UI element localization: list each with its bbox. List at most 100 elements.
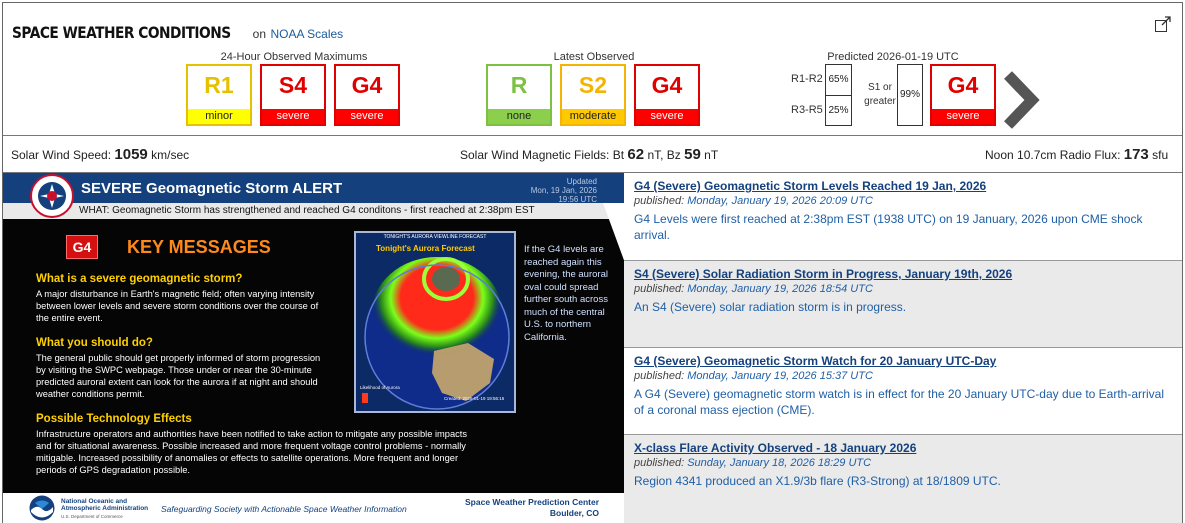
published-label: published:	[634, 457, 685, 469]
selected-item-pointer-icon	[603, 203, 625, 263]
bz-unit: nT	[704, 148, 719, 162]
alert-what: WHAT: Geomagnetic Storm has strengthened…	[3, 203, 624, 219]
scale-level: severe	[932, 109, 994, 124]
alert-header: SEVERE Geomagnetic Storm ALERT Updated M…	[3, 173, 624, 204]
speed-label: Solar Wind Speed:	[11, 148, 112, 162]
swpc-signature: Space Weather Prediction Center Boulder,…	[449, 497, 599, 519]
chevron-right-icon[interactable]	[1002, 71, 1042, 129]
flux-value: 173	[1123, 146, 1149, 163]
geomagnetic-storm-alert-graphic[interactable]: SEVERE Geomagnetic Storm ALERT Updated M…	[3, 173, 624, 523]
noaa-scales-link[interactable]: NOAA Scales	[270, 27, 343, 41]
question-2: What you should do?	[36, 337, 153, 349]
news-title-link[interactable]: S4 (Severe) Solar Radiation Storm in Pro…	[634, 267, 1012, 281]
latest-observed-label: Latest Observed	[553, 51, 635, 63]
latest-g-scale[interactable]: G4 severe	[634, 64, 700, 126]
r1-r2-probability: 65%	[825, 64, 852, 96]
news-list: G4 (Severe) Geomagnetic Storm Levels Rea…	[624, 173, 1182, 523]
scale-code: R1	[204, 72, 234, 98]
conditions-title: SPACE WEATHER CONDITIONS	[12, 23, 231, 42]
expand-icon[interactable]	[1155, 16, 1171, 32]
news-item[interactable]: G4 (Severe) Geomagnetic Storm Watch for …	[624, 348, 1182, 435]
space-weather-conditions-panel: SPACE WEATHER CONDITIONS on NOAA Scales …	[3, 3, 1182, 136]
speed-value: 1059	[114, 146, 148, 163]
noaa-department: U.S. Department of Commerce	[61, 514, 123, 519]
speed-unit: km/sec	[151, 148, 190, 162]
news-summary: A G4 (Severe) geomagnetic storm watch is…	[634, 387, 1165, 417]
news-published: published: Monday, January 19, 2026 15:3…	[634, 370, 873, 382]
predicted-label: Predicted 2026-01-19 UTC	[827, 51, 959, 63]
flux-label: Noon 10.7cm Radio Flux:	[985, 148, 1121, 162]
s1-probability: 99%	[897, 64, 923, 126]
scale-code: G4	[351, 72, 383, 98]
news-item[interactable]: S4 (Severe) Solar Radiation Storm in Pro…	[624, 261, 1182, 348]
scale-level: none	[488, 109, 550, 124]
solar-wind-speed: Solar Wind Speed: 1059 km/sec	[11, 146, 189, 163]
predicted-g-scale[interactable]: G4 severe	[930, 64, 996, 126]
noaa-name-line-1: National Oceanic and	[61, 498, 128, 505]
noaa-name: National Oceanic and Atmospheric Adminis…	[61, 498, 148, 512]
page-title: SPACE WEATHER CONDITIONS on NOAA Scales	[12, 23, 343, 43]
noaa-logo-icon	[29, 495, 55, 521]
s1-label-line-2: greater	[864, 96, 896, 107]
published-date: Monday, January 19, 2026 20:09 UTC	[687, 195, 873, 207]
news-summary: An S4 (Severe) solar radiation storm is …	[634, 300, 907, 314]
scale-code: S2	[578, 72, 608, 98]
aurora-side-note: If the G4 levels are reached again this …	[524, 244, 608, 343]
news-title-link[interactable]: X-class Flare Activity Observed - 18 Jan…	[634, 441, 916, 455]
answer-1: A major disturbance in Earth's magnetic …	[36, 289, 319, 323]
question-1: What is a severe geomagnetic storm?	[36, 273, 243, 285]
published-label: published:	[634, 195, 685, 207]
observed-g-scale[interactable]: G4 severe	[334, 64, 400, 126]
alert-title: SEVERE Geomagnetic Storm ALERT	[81, 180, 343, 197]
published-label: published:	[634, 370, 685, 382]
bt-value: 62	[627, 146, 645, 163]
map-legend: Likelihood of Aurora	[360, 385, 400, 390]
question-3: Possible Technology Effects	[36, 413, 192, 425]
observed-r-scale[interactable]: R1 minor	[186, 64, 252, 126]
answer-3: Infrastructure operators and authorities…	[36, 429, 468, 475]
swpc-motto: Safeguarding Society with Actionable Spa…	[161, 504, 407, 514]
news-title-link[interactable]: G4 (Severe) Geomagnetic Storm Watch for …	[634, 354, 996, 368]
flux-unit: sfu	[1152, 148, 1169, 162]
observed-max-label: 24-Hour Observed Maximums	[220, 51, 368, 63]
news-published: published: Monday, January 19, 2026 18:5…	[634, 283, 873, 295]
s1-label: S1 or greater	[863, 81, 897, 109]
solar-wind-magnetic-fields: Solar Wind Magnetic Fields: Bt 62 nT, Bz…	[460, 146, 718, 163]
observed-s-scale[interactable]: S4 severe	[260, 64, 326, 126]
space-weather-page: SPACE WEATHER CONDITIONS on NOAA Scales …	[2, 2, 1183, 523]
scale-level: severe	[336, 109, 398, 124]
bz-label: nT, Bz	[647, 148, 681, 162]
scale-code: G4	[651, 72, 683, 98]
bz-value: 59	[684, 146, 701, 163]
published-date: Monday, January 19, 2026 15:37 UTC	[687, 370, 873, 382]
radio-flux: Noon 10.7cm Radio Flux: 173 sfu	[985, 146, 1168, 163]
latest-s-scale[interactable]: S2 moderate	[560, 64, 626, 126]
scale-level: severe	[262, 109, 324, 124]
published-label: published:	[634, 283, 685, 295]
scale-level: severe	[636, 109, 698, 124]
latest-r-scale[interactable]: R none	[486, 64, 552, 126]
updated-date: Mon, 19 Jan, 2026	[530, 186, 597, 195]
news-item[interactable]: G4 (Severe) Geomagnetic Storm Levels Rea…	[624, 173, 1182, 261]
key-messages-heading: KEY MESSAGES	[127, 237, 271, 257]
g4-badge: G4	[66, 235, 98, 259]
updated-label: Updated	[566, 177, 597, 186]
alert-body: G4 KEY MESSAGES What is a severe geomagn…	[3, 219, 624, 493]
aurora-forecast-map: TONIGHT'S AURORA VIEWLINE FORECAST Tonig…	[354, 231, 516, 413]
news-summary: Region 4341 produced an X1.9/3b flare (R…	[634, 474, 1001, 488]
news-title-link[interactable]: G4 (Severe) Geomagnetic Storm Levels Rea…	[634, 179, 986, 193]
news-summary: G4 Levels were first reached at 2:38pm E…	[634, 212, 1143, 242]
scale-level: minor	[188, 109, 250, 124]
answer-2: The general public should get properly i…	[36, 353, 321, 399]
r3-r5-label: R3-R5	[791, 104, 823, 116]
solar-wind-bar: Solar Wind Speed: 1059 km/sec Solar Wind…	[3, 137, 1182, 173]
news-item[interactable]: X-class Flare Activity Observed - 18 Jan…	[624, 435, 1182, 523]
scale-level: moderate	[562, 109, 624, 124]
nws-logo-icon	[30, 174, 74, 218]
published-date: Monday, January 19, 2026 18:54 UTC	[687, 283, 873, 295]
r1-r2-label: R1-R2	[791, 73, 823, 85]
scale-code: R	[510, 72, 528, 98]
news-published: published: Sunday, January 18, 2026 18:2…	[634, 457, 871, 469]
alert-updated: Updated Mon, 19 Jan, 2026 19:56 UTC	[509, 177, 597, 204]
swpc-name: Space Weather Prediction Center	[465, 497, 599, 507]
